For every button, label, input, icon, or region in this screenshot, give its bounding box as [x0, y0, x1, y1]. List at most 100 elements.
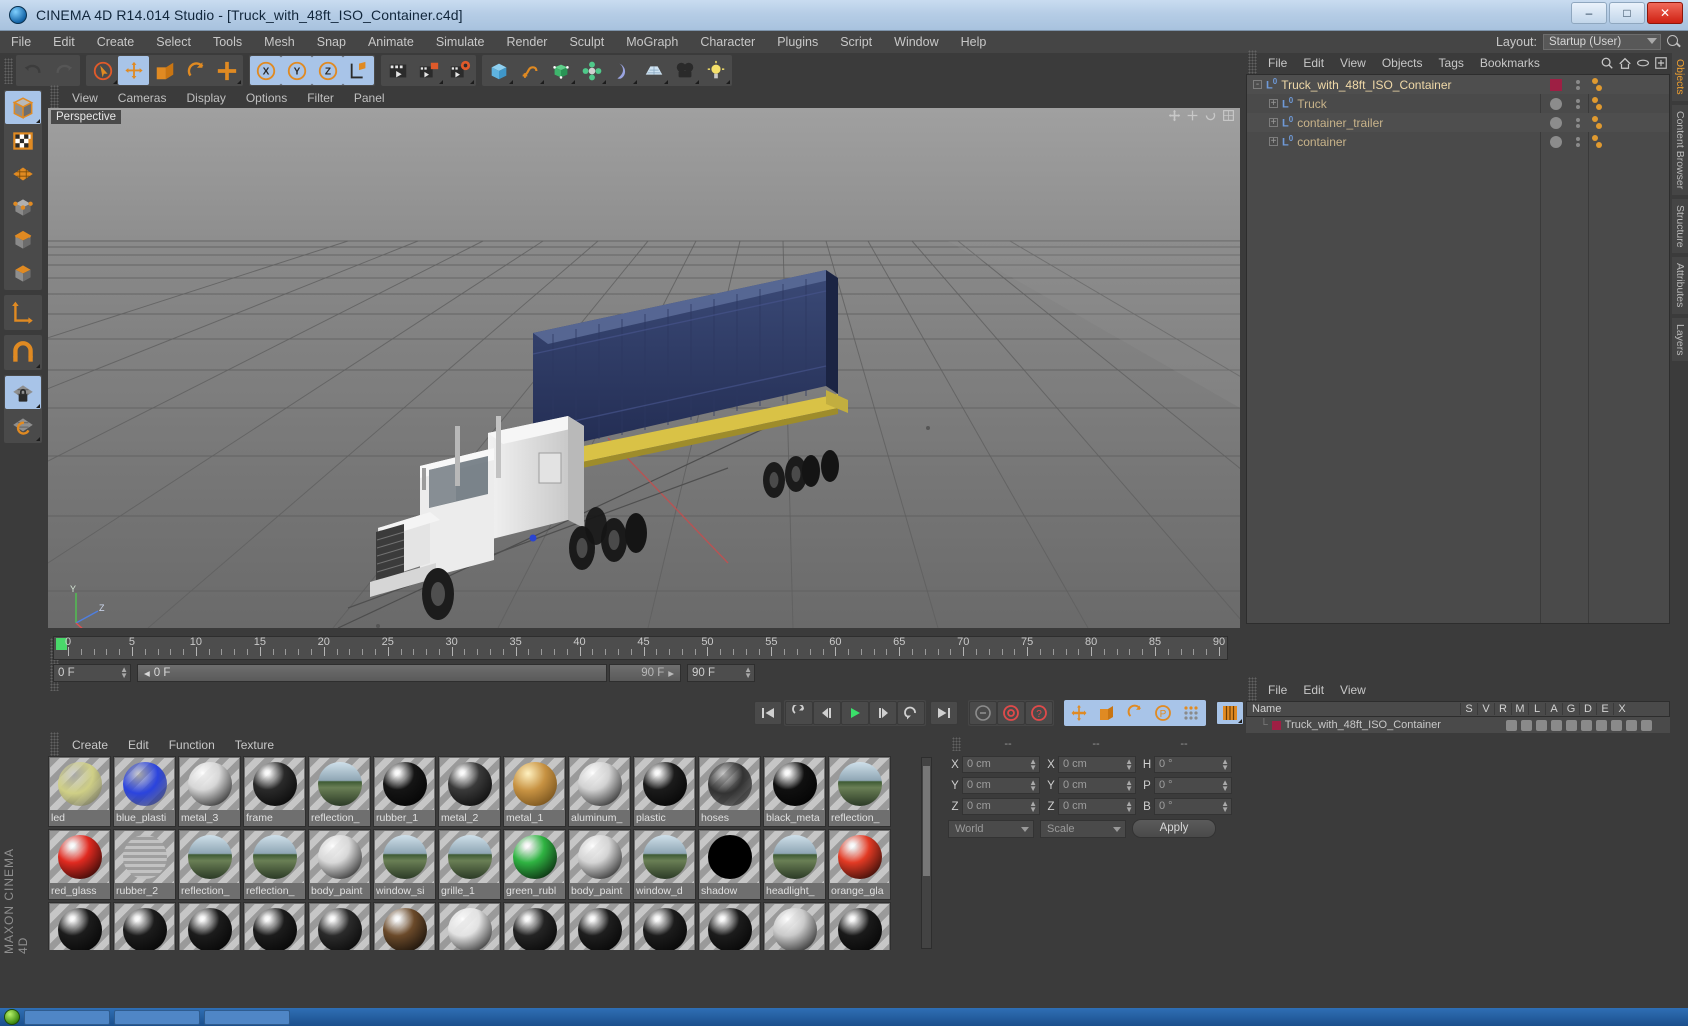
layer-menu-view[interactable]: View: [1332, 683, 1374, 697]
coord-field-pos[interactable]: 0 cm ▲ ▼: [962, 756, 1040, 773]
material-swatch[interactable]: orange_gla: [828, 829, 891, 900]
viewport-3d[interactable]: Perspective Y Z: [48, 108, 1240, 628]
taskbar-item-2[interactable]: [114, 1009, 200, 1025]
cube-primitive-icon[interactable]: [483, 56, 514, 85]
material-swatch[interactable]: cloth_3: [568, 902, 631, 950]
scale-key-icon[interactable]: [1093, 701, 1121, 725]
coord-field-rot[interactable]: 0 ° ▲ ▼: [1154, 798, 1232, 815]
dock-tab-structure[interactable]: Structure: [1672, 198, 1688, 254]
toolbar-grip[interactable]: [4, 57, 13, 84]
polygon-surface-icon[interactable]: [5, 157, 41, 190]
layer-column-V[interactable]: V: [1477, 703, 1494, 715]
object-color-dot[interactable]: [1543, 75, 1569, 94]
layer-color-swatch[interactable]: [1271, 720, 1281, 730]
material-swatch[interactable]: interior_pla: [48, 902, 111, 950]
object-menu-tags[interactable]: Tags: [1431, 56, 1472, 70]
end-frame-field[interactable]: 90 F ▲ ▼: [687, 664, 755, 682]
start-orb-icon[interactable]: [4, 1009, 20, 1025]
menu-item-select[interactable]: Select: [145, 31, 202, 53]
close-button[interactable]: ✕: [1647, 2, 1683, 24]
manager-icon[interactable]: [1551, 719, 1562, 731]
model-mode-icon[interactable]: [5, 91, 41, 124]
spinner-icon[interactable]: ▲ ▼: [1125, 800, 1133, 814]
material-menu-function[interactable]: Function: [159, 738, 225, 752]
timeline-ruler[interactable]: 0 5 10 15 20 25 30 35 40 45 50 55 60 65 70 75 80 85 90: [53, 636, 1228, 660]
object-visibility-dots[interactable]: [1569, 94, 1587, 113]
coord-field-size[interactable]: 0 cm ▲ ▼: [1058, 777, 1136, 794]
zoom-icon[interactable]: [1186, 109, 1199, 122]
object-menu-bookmarks[interactable]: Bookmarks: [1472, 56, 1548, 70]
eye-icon[interactable]: [1636, 56, 1650, 70]
minimize-button[interactable]: –: [1571, 2, 1607, 24]
material-swatch[interactable]: green_rubl: [503, 829, 566, 900]
undo-icon[interactable]: [17, 56, 48, 85]
material-swatch[interactable]: grille_1: [438, 829, 501, 900]
xpresso-icon[interactable]: [1641, 719, 1652, 731]
spinner-icon[interactable]: ▲ ▼: [1221, 758, 1229, 772]
coordinate-system-select[interactable]: World: [948, 819, 1034, 838]
coord-field-rot[interactable]: 0 ° ▲ ▼: [1154, 756, 1232, 773]
record-autokey-icon[interactable]: [969, 701, 997, 725]
edges-mode-icon[interactable]: [5, 223, 41, 256]
menu-item-window[interactable]: Window: [883, 31, 949, 53]
material-swatch[interactable]: cloth_1: [308, 902, 371, 950]
coord-field-size[interactable]: 0 cm ▲ ▼: [1058, 756, 1136, 773]
material-swatch[interactable]: interior_pla: [113, 902, 176, 950]
autokey-icon[interactable]: [997, 701, 1025, 725]
deformer-icon[interactable]: [1611, 719, 1622, 731]
expand-icon[interactable]: [1654, 56, 1668, 70]
object-color-dot[interactable]: [1543, 94, 1569, 113]
material-swatch[interactable]: hoses: [698, 756, 761, 827]
object-visibility-dots[interactable]: [1569, 113, 1587, 132]
spinner-icon-2[interactable]: ▲ ▼: [744, 666, 752, 680]
expander-icon[interactable]: -: [1253, 80, 1262, 90]
spinner-icon[interactable]: ▲ ▼: [1029, 758, 1037, 772]
maximize-button[interactable]: □: [1609, 2, 1645, 24]
viewport-menu-display[interactable]: Display: [176, 91, 235, 105]
menu-item-mograph[interactable]: MoGraph: [615, 31, 689, 53]
material-swatch[interactable]: led: [48, 756, 111, 827]
add-icon[interactable]: [211, 56, 242, 85]
expander-icon[interactable]: +: [1269, 99, 1278, 109]
material-swatch[interactable]: metal_3: [178, 756, 241, 827]
material-swatch[interactable]: body_paint: [568, 829, 631, 900]
object-visibility-dots[interactable]: [1569, 132, 1587, 151]
menu-item-render[interactable]: Render: [495, 31, 558, 53]
generator-nurbs-icon[interactable]: [545, 56, 576, 85]
timeline-scrub-slider[interactable]: ◂ 0 F: [137, 664, 607, 682]
current-frame-field[interactable]: 0 F ▲ ▼: [53, 664, 131, 682]
coord-field-pos[interactable]: 0 cm ▲ ▼: [962, 798, 1040, 815]
layer-menu-file[interactable]: File: [1260, 683, 1295, 697]
redo-icon[interactable]: [48, 56, 79, 85]
step-forward-icon[interactable]: [869, 701, 897, 725]
menu-item-file[interactable]: File: [0, 31, 42, 53]
spinner-icon[interactable]: ▲ ▼: [1125, 758, 1133, 772]
viewport-menu-view[interactable]: View: [62, 91, 108, 105]
material-manager-grip[interactable]: [50, 732, 59, 758]
timeline-icon[interactable]: [1216, 701, 1244, 725]
menu-item-edit[interactable]: Edit: [42, 31, 86, 53]
material-swatch[interactable]: black_meta: [763, 756, 826, 827]
world-object-axis-icon[interactable]: [343, 56, 374, 85]
material-swatch[interactable]: interior_pla: [178, 902, 241, 950]
select-live-icon[interactable]: [87, 56, 118, 85]
solo-icon[interactable]: [1506, 719, 1517, 731]
object-manager-grip[interactable]: [1248, 50, 1257, 76]
expression-icon[interactable]: [1626, 719, 1637, 731]
menu-item-mesh[interactable]: Mesh: [253, 31, 306, 53]
viewport-menu-options[interactable]: Options: [236, 91, 297, 105]
material-swatch[interactable]: shadow: [698, 829, 761, 900]
spline-pen-icon[interactable]: [514, 56, 545, 85]
material-swatch[interactable]: cloth_5: [828, 902, 891, 950]
viewport-menu-cameras[interactable]: Cameras: [108, 91, 177, 105]
material-swatch[interactable]: reflection_: [308, 756, 371, 827]
object-menu-edit[interactable]: Edit: [1295, 56, 1332, 70]
spinner-icon[interactable]: ▲ ▼: [1029, 779, 1037, 793]
spinner-icon[interactable]: ▲ ▼: [1125, 779, 1133, 793]
rotate-view-icon[interactable]: [1204, 109, 1217, 122]
position-key-icon[interactable]: [1065, 701, 1093, 725]
lock-workplane-icon[interactable]: [5, 376, 41, 409]
spinner-icon[interactable]: ▲ ▼: [1029, 800, 1037, 814]
go-to-end-button[interactable]: [930, 701, 958, 725]
environment-floor-icon[interactable]: [638, 56, 669, 85]
